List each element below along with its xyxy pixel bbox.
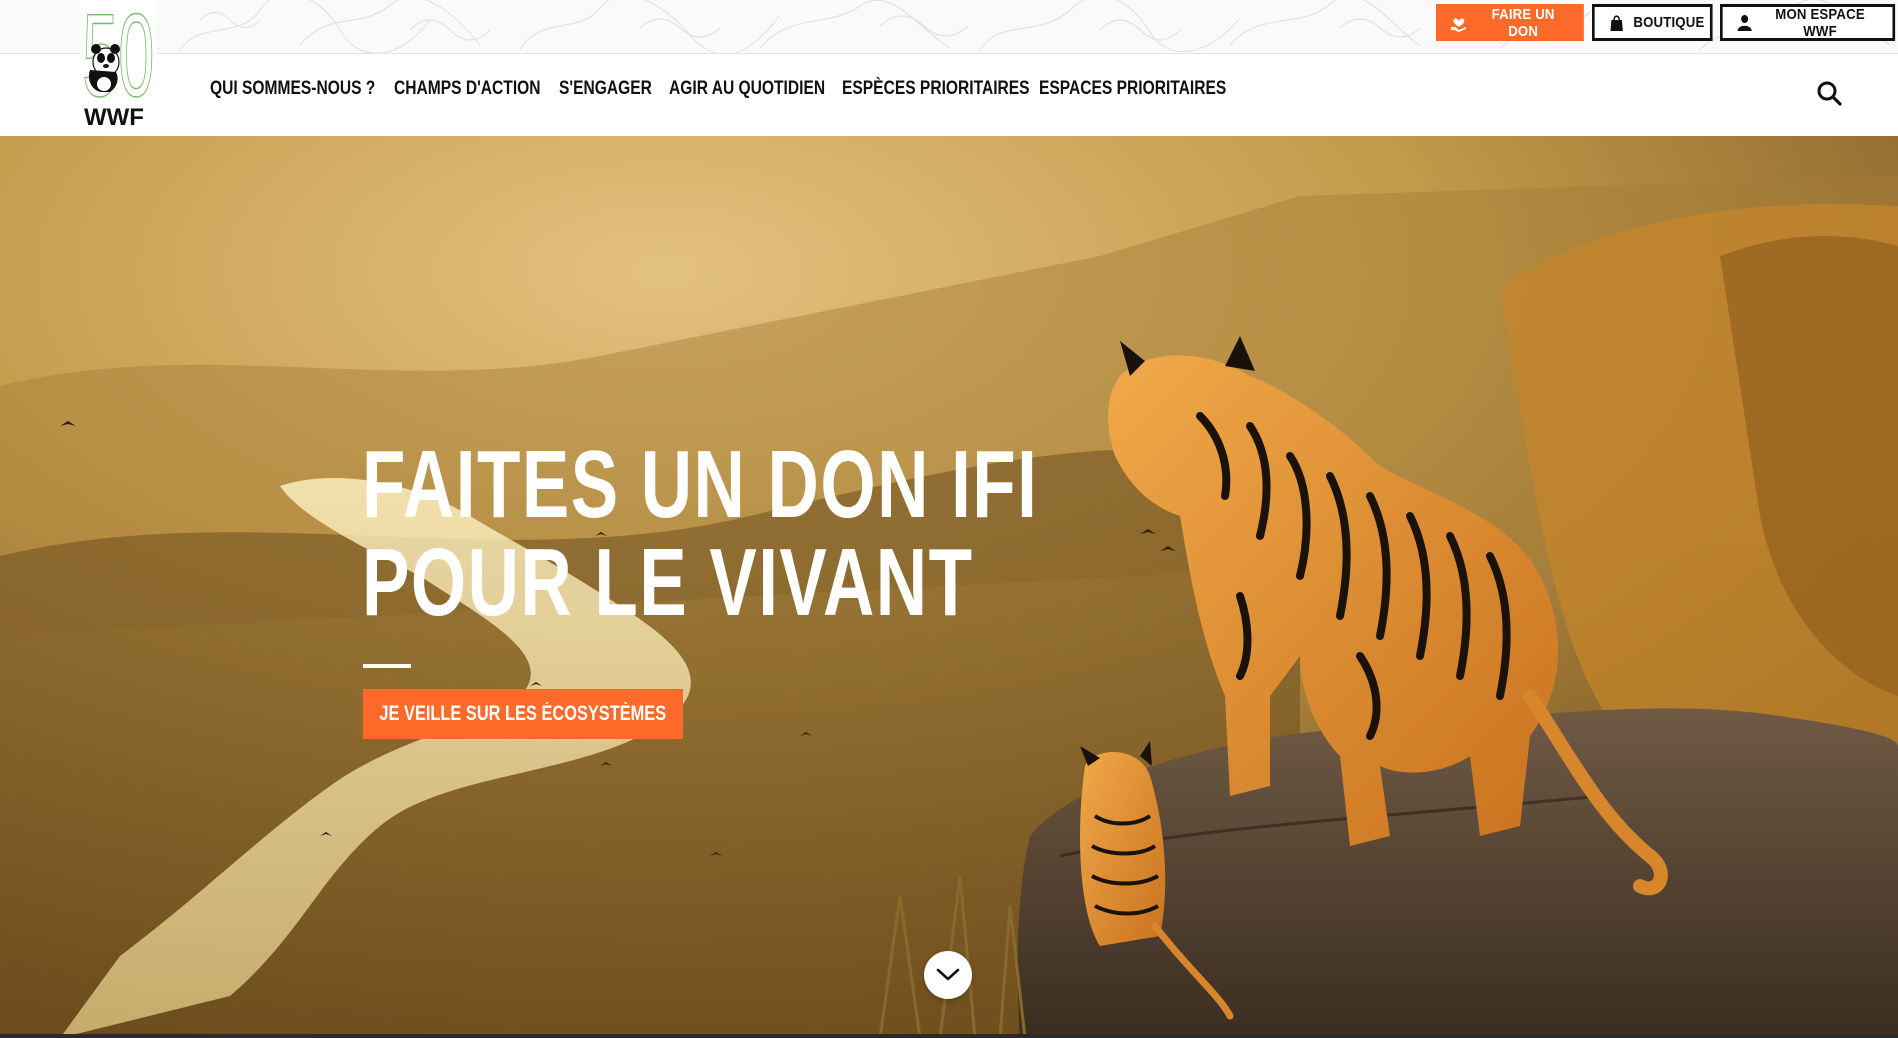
top-utility-strip: FAIRE UN DON BOUTIQUE MON ESPACE WWF [0, 0, 1898, 54]
bag-icon [1609, 13, 1625, 33]
donate-button[interactable]: FAIRE UN DON [1436, 4, 1584, 41]
scroll-down-button[interactable] [924, 951, 972, 999]
hero-divider [363, 664, 411, 668]
bottom-edge-bar [0, 1034, 1898, 1038]
logo-text: WWF [84, 104, 144, 131]
nav-item-especes-prioritaires[interactable]: ESPÈCES PRIORITAIRES [842, 78, 1030, 100]
hero-cta-button[interactable]: JE VEILLE SUR LES ÉCOSYSTÈMES [363, 689, 683, 739]
nav-item-agir-au-quotidien[interactable]: AGIR AU QUOTIDIEN [669, 78, 825, 100]
shop-button[interactable]: BOUTIQUE [1592, 4, 1713, 41]
main-nav: QUI SOMMES-NOUS ? CHAMPS D'ACTION S'ENGA… [210, 78, 1239, 100]
nav-item-sengager[interactable]: S'ENGAGER [559, 78, 652, 100]
hero-title: FAITES UN DON IFI POUR LE VIVANT [362, 436, 1038, 632]
search-icon [1817, 81, 1842, 106]
account-button[interactable]: MON ESPACE WWF [1720, 4, 1896, 41]
nav-item-champs-daction[interactable]: CHAMPS D'ACTION [394, 78, 541, 100]
account-label: MON ESPACE WWF [1775, 5, 1865, 40]
nav-item-espaces-prioritaires[interactable]: ESPACES PRIORITAIRES [1039, 78, 1226, 100]
shop-label: BOUTIQUE [1633, 14, 1705, 31]
donate-label: FAIRE UN DON [1491, 5, 1555, 40]
nav-item-qui-sommes-nous[interactable]: QUI SOMMES-NOUS ? [210, 78, 375, 100]
search-button[interactable] [1816, 80, 1842, 106]
hero-title-line2: POUR LE VIVANT [362, 529, 974, 636]
chevron-down-icon [936, 968, 960, 981]
hero-cta-label: JE VEILLE SUR LES ÉCOSYSTÈMES [379, 702, 667, 725]
hero-section: FAITES UN DON IFI POUR LE VIVANT JE VEIL… [0, 136, 1898, 1038]
hero-title-line1: FAITES UN DON IFI [362, 431, 1039, 538]
heart-hand-icon [1450, 13, 1468, 33]
user-icon [1737, 13, 1753, 33]
